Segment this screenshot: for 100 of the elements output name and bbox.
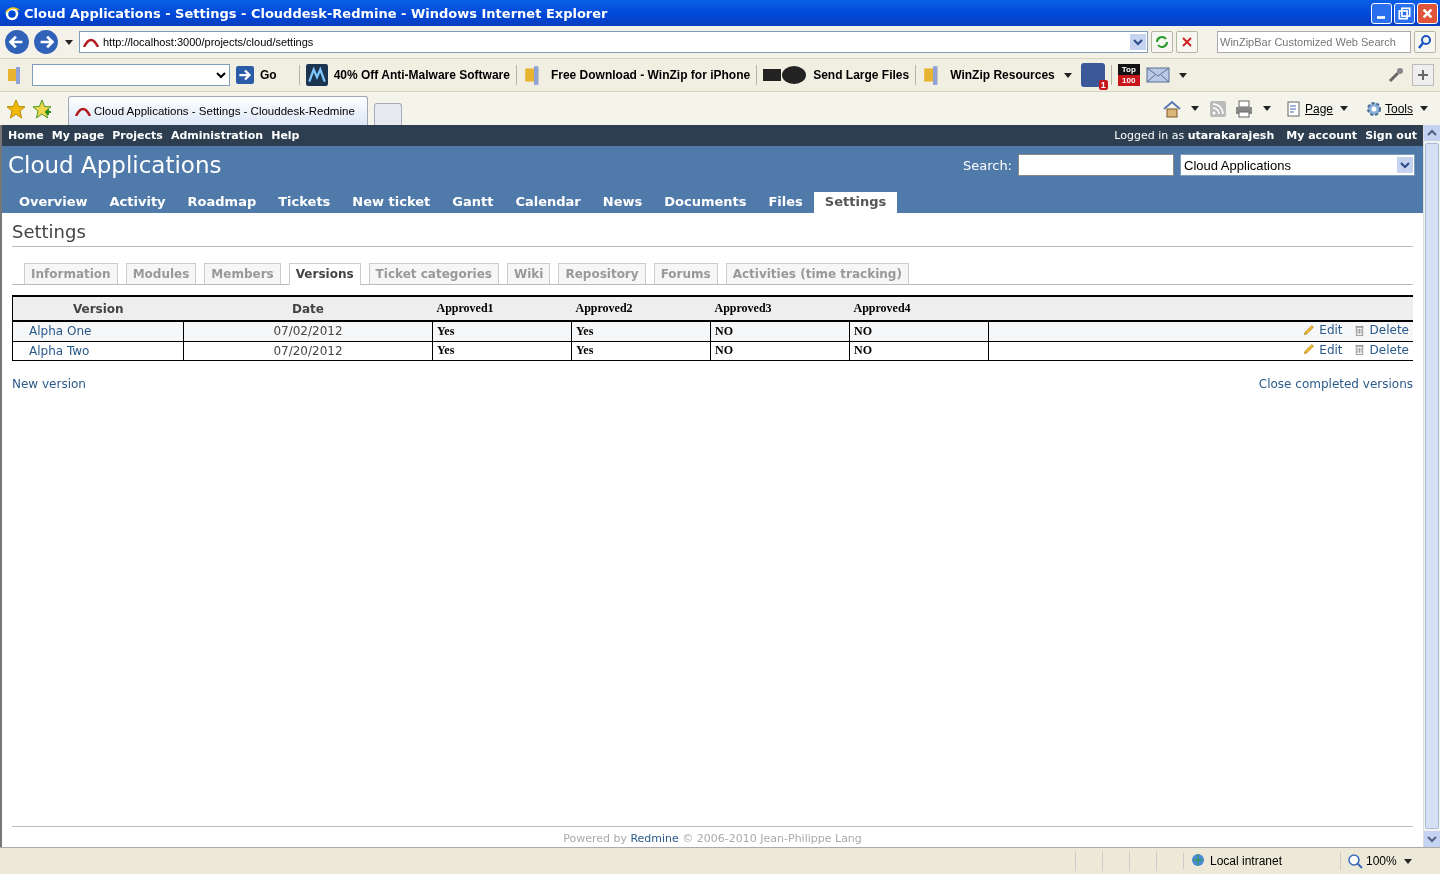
caret-icon (1340, 106, 1348, 111)
window-title: Cloud Applications - Settings - Clouddesk-Redmine - Windows Internet Explorer (24, 5, 609, 21)
delete-link[interactable]: Delete (1352, 323, 1409, 337)
caret-icon[interactable] (1063, 72, 1072, 78)
column-header: Approved4 (849, 296, 989, 321)
refresh-icon (1154, 34, 1170, 50)
column-header: Date (183, 296, 433, 321)
shield-logo-icon (305, 64, 328, 86)
trash-icon (1352, 343, 1366, 356)
zoom-button[interactable]: 100% (1340, 852, 1430, 870)
main-tab[interactable]: Calendar (504, 192, 592, 213)
project-select[interactable]: Cloud Applications (1180, 154, 1415, 176)
column-header: Approved1 (432, 296, 572, 321)
main-tab[interactable]: Tickets (267, 192, 342, 213)
new-version-link[interactable]: New version (12, 377, 86, 391)
dropdown-icon (1397, 157, 1413, 173)
facebook-button[interactable]: 1 (1080, 63, 1105, 87)
dropdown-icon[interactable] (1130, 34, 1146, 50)
edit-link[interactable]: Edit (1302, 342, 1343, 357)
top-menu-link[interactable]: Projects (112, 129, 163, 142)
add-button[interactable] (1412, 64, 1434, 86)
main-tab[interactable]: Gantt (441, 192, 505, 213)
main-tab[interactable]: New ticket (341, 192, 442, 213)
table-cell: NO (710, 341, 850, 361)
toolbar-link[interactable]: 40% Off Anti-Malware Software (305, 64, 510, 86)
caret-icon[interactable] (1178, 72, 1187, 78)
globe-icon (1190, 853, 1206, 869)
project-title: Cloud Applications (8, 152, 222, 178)
arrow-icon (236, 66, 254, 84)
version-link[interactable]: Alpha Two (29, 343, 90, 358)
search-button[interactable] (1414, 31, 1436, 53)
caret-icon[interactable] (1262, 106, 1271, 111)
main-tab[interactable]: News (591, 192, 654, 213)
version-link[interactable]: Alpha One (29, 324, 92, 339)
top-menu-link[interactable]: My page (51, 129, 105, 142)
redmine-link[interactable]: Redmine (630, 832, 679, 845)
minimize-icon (1377, 15, 1385, 19)
forward-button[interactable] (33, 29, 59, 55)
toolbar-search-field[interactable] (32, 64, 230, 86)
arch-icon (83, 37, 99, 47)
main-tab[interactable]: Activity (98, 192, 177, 213)
account-link[interactable]: Sign out (1365, 129, 1417, 142)
main-tab[interactable]: Roadmap (176, 192, 268, 213)
web-search-field[interactable]: WinZipBar Customized Web Search (1217, 31, 1411, 53)
top-menu-link[interactable]: Administration (170, 129, 264, 142)
minimize-button[interactable] (1371, 2, 1392, 24)
add-favorite-icon[interactable] (32, 98, 52, 119)
scrollbar[interactable] (1423, 125, 1440, 847)
page-icon (1285, 100, 1302, 117)
caret-icon[interactable] (65, 39, 73, 45)
security-zone: Local intranet (1183, 853, 1340, 869)
toolbar-link[interactable]: Free Download - WinZip for iPhone (522, 64, 751, 86)
delete-link[interactable]: Delete (1352, 342, 1409, 357)
close-button[interactable] (1417, 2, 1438, 24)
close-completed-link[interactable]: Close completed versions (1258, 377, 1413, 391)
scroll-up-icon[interactable] (1424, 125, 1440, 141)
top-menu-link[interactable]: Home (8, 129, 44, 142)
main-tab[interactable]: Settings (813, 192, 898, 213)
plus-icon (1417, 69, 1429, 81)
logged-in-text: Logged in as utarakarajesh (1114, 129, 1275, 142)
refresh-button[interactable] (1151, 31, 1173, 53)
main-tab[interactable]: Files (757, 192, 814, 213)
magnifier-icon (1347, 853, 1363, 869)
main-tab[interactable]: Overview (8, 192, 99, 213)
table-cell: NO (710, 321, 850, 341)
go-button[interactable]: Go (236, 66, 293, 84)
home-icon[interactable] (1161, 98, 1182, 119)
toolbar-link[interactable]: Send Large Files (763, 65, 910, 85)
address-field[interactable]: http://localhost:3000/projects/cloud/settings (79, 31, 1148, 53)
close-icon (1421, 6, 1434, 20)
arch-icon (75, 106, 91, 116)
trash-icon (1352, 323, 1366, 337)
search-label: Search: (962, 157, 1012, 173)
page-title: Settings (12, 213, 1413, 247)
section-tab[interactable]: Versions (288, 263, 361, 285)
table-cell: 07/20/2012 (183, 341, 433, 361)
browser-tab[interactable]: Cloud Applications - Settings - Clouddesk-Redmine (68, 96, 368, 125)
table-cell: 07/02/2012 (183, 321, 433, 341)
toolbar-link[interactable]: WinZip Resources (922, 64, 1055, 86)
search-field[interactable] (1018, 154, 1174, 176)
edit-link[interactable]: Edit (1302, 323, 1343, 337)
stop-button[interactable] (1176, 31, 1198, 53)
search-icon (1417, 34, 1433, 50)
table-cell: Yes (571, 341, 711, 361)
printer-icon[interactable] (1233, 98, 1254, 119)
scrollbar-thumb[interactable] (1425, 143, 1439, 829)
mail-icon[interactable] (1145, 67, 1170, 83)
top-menu-link[interactable]: Help (271, 129, 300, 142)
table-cell: Yes (432, 321, 572, 341)
star-icon[interactable] (6, 98, 26, 119)
main-tab[interactable]: Documents (653, 192, 758, 213)
column-header: Approved3 (710, 296, 850, 321)
tools-menu-button[interactable]: Tools (1360, 99, 1434, 118)
account-link[interactable]: My account (1286, 129, 1358, 142)
restore-button[interactable] (1394, 2, 1415, 24)
scroll-down-icon[interactable] (1424, 831, 1440, 847)
back-button[interactable] (4, 29, 30, 55)
page-menu-button[interactable]: Page (1279, 99, 1354, 118)
wrench-icon[interactable] (1386, 65, 1406, 85)
caret-icon[interactable] (1190, 106, 1199, 111)
